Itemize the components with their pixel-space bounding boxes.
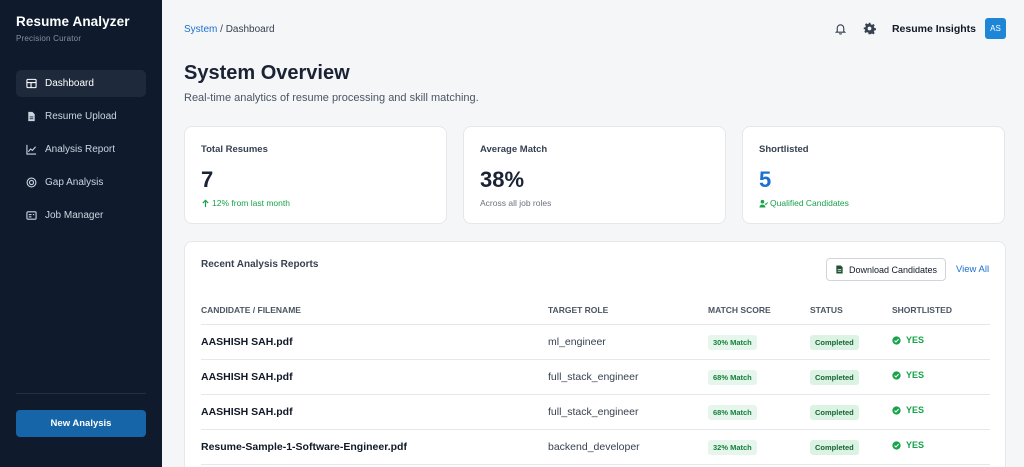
table-header: CANDIDATE / FILENAME TARGET ROLE MATCH S… [201,305,990,325]
target-icon [26,177,37,188]
file-icon [26,111,37,122]
stat-label: Average Match [480,144,548,155]
check-circle-icon [892,405,901,415]
table-row[interactable]: AASHISH SAH.pdf ml_engineer 30% Match Co… [201,325,990,360]
status-badge: Completed [810,405,859,420]
sidebar-item-dashboard[interactable]: Dashboard [16,70,146,97]
shortlisted-text: YES [906,405,925,415]
stat-label: Total Resumes [201,144,268,155]
avatar[interactable]: AS [985,18,1006,39]
check-circle-icon [892,440,901,450]
sidebar-item-resume-upload[interactable]: Resume Upload [16,103,146,130]
sidebar-item-gap-analysis[interactable]: Gap Analysis [16,169,146,196]
check-circle-icon [892,370,901,380]
stat-card-shortlisted: Shortlisted 5 Qualified Candidates [742,126,1005,224]
breadcrumb-separator: / [220,24,223,35]
dashboard-icon [26,78,37,89]
column-header[interactable]: MATCH SCORE [708,305,771,315]
sidebar-nav: Dashboard Resume Upload Analysis Report … [16,70,146,235]
target-role: ml_engineer [548,336,606,348]
sidebar-item-label: Gap Analysis [45,177,104,188]
status-badge: Completed [810,335,859,350]
stat-value: 38% [480,167,525,192]
bell-icon[interactable] [834,22,848,36]
column-header[interactable]: STATUS [810,305,843,315]
match-score-badge: 68% Match [708,405,757,420]
sidebar-item-label: Analysis Report [45,144,116,155]
shortlisted-indicator: YES [892,370,924,380]
target-role: full_stack_engineer [548,371,639,383]
reports-title: Recent Analysis Reports [201,259,319,270]
stat-note-text: Across all job roles [480,198,552,208]
stat-value: 5 [759,167,772,192]
match-score-badge: 30% Match [708,335,757,350]
id-card-icon [26,210,37,221]
stat-note: Across all job roles [480,198,551,208]
column-header[interactable]: TARGET ROLE [548,305,608,315]
view-all-link[interactable]: View All [956,264,989,275]
arrow-up-icon [202,199,209,207]
status-badge: Completed [810,370,859,385]
shortlisted-indicator: YES [892,440,924,450]
sidebar-item-label: Dashboard [45,78,94,89]
sidebar-item-label: Resume Upload [45,111,117,122]
sidebar-item-analysis-report[interactable]: Analysis Report [16,136,146,163]
spreadsheet-icon [836,265,843,274]
sidebar-item-job-manager[interactable]: Job Manager [16,202,146,229]
sidebar-divider [16,393,146,394]
table-row[interactable]: AASHISH SAH.pdf full_stack_engineer 68% … [201,395,990,430]
breadcrumb: System / Dashboard [184,24,275,35]
page-title: System Overview [184,62,350,84]
sidebar-item-label: Job Manager [45,210,104,221]
breadcrumb-system-link[interactable]: System [184,24,217,35]
match-score-badge: 68% Match [708,370,757,385]
match-score-badge: 32% Match [708,440,757,455]
new-analysis-button[interactable]: New Analysis [16,410,146,437]
download-candidates-button[interactable]: Download Candidates [826,258,946,281]
column-header[interactable]: CANDIDATE / FILENAME [201,305,301,315]
column-header[interactable]: SHORTLISTED [892,305,952,315]
recent-reports-panel: Recent Analysis Reports Download Candida… [184,241,1006,467]
user-check-icon [759,199,768,208]
candidate-filename: AASHISH SAH.pdf [201,406,293,418]
table-row[interactable]: Resume-Sample-1-Software-Engineer.pdf ba… [201,430,990,465]
candidate-filename: Resume-Sample-1-Software-Engineer.pdf [201,441,407,453]
brand-subtitle: Precision Curator [16,34,82,43]
gear-icon[interactable] [863,22,877,36]
shortlisted-text: YES [906,335,925,345]
shortlisted-indicator: YES [892,405,924,415]
candidate-filename: AASHISH SAH.pdf [201,336,293,348]
chart-line-icon [26,144,37,155]
shortlisted-indicator: YES [892,335,924,345]
workspace-name: Resume Insights [891,22,976,35]
stat-note-text: Qualified Candidates [770,198,849,208]
breadcrumb-current: Dashboard [225,24,275,35]
download-candidates-label: Download Candidates [848,264,938,275]
stat-card-total-resumes: Total Resumes 7 12% from last month [184,126,447,224]
sidebar: Resume Analyzer Precision Curator Dashbo… [0,0,162,467]
shortlisted-text: YES [906,440,925,450]
stat-note: Qualified Candidates [759,198,849,208]
brand: Resume Analyzer Precision Curator [16,14,130,43]
page-subtitle: Real-time analytics of resume processing… [184,92,479,104]
target-role: backend_developer [548,441,640,453]
table-row[interactable]: AASHISH SAH.pdf full_stack_engineer 68% … [201,360,990,395]
stat-note-text: 12% from last month [212,198,290,208]
candidate-filename: AASHISH SAH.pdf [201,371,293,383]
stat-card-average-match: Average Match 38% Across all job roles [463,126,726,224]
stat-value: 7 [201,167,214,192]
stat-note: 12% from last month [201,198,290,208]
stat-label: Shortlisted [759,144,809,155]
status-badge: Completed [810,440,859,455]
shortlisted-text: YES [906,370,925,380]
top-right-actions: Resume Insights AS [834,18,1006,39]
top-bar: System / Dashboard Resume Insights AS [184,18,1006,42]
brand-title: Resume Analyzer [16,14,130,29]
check-circle-icon [892,335,901,345]
target-role: full_stack_engineer [548,406,639,418]
